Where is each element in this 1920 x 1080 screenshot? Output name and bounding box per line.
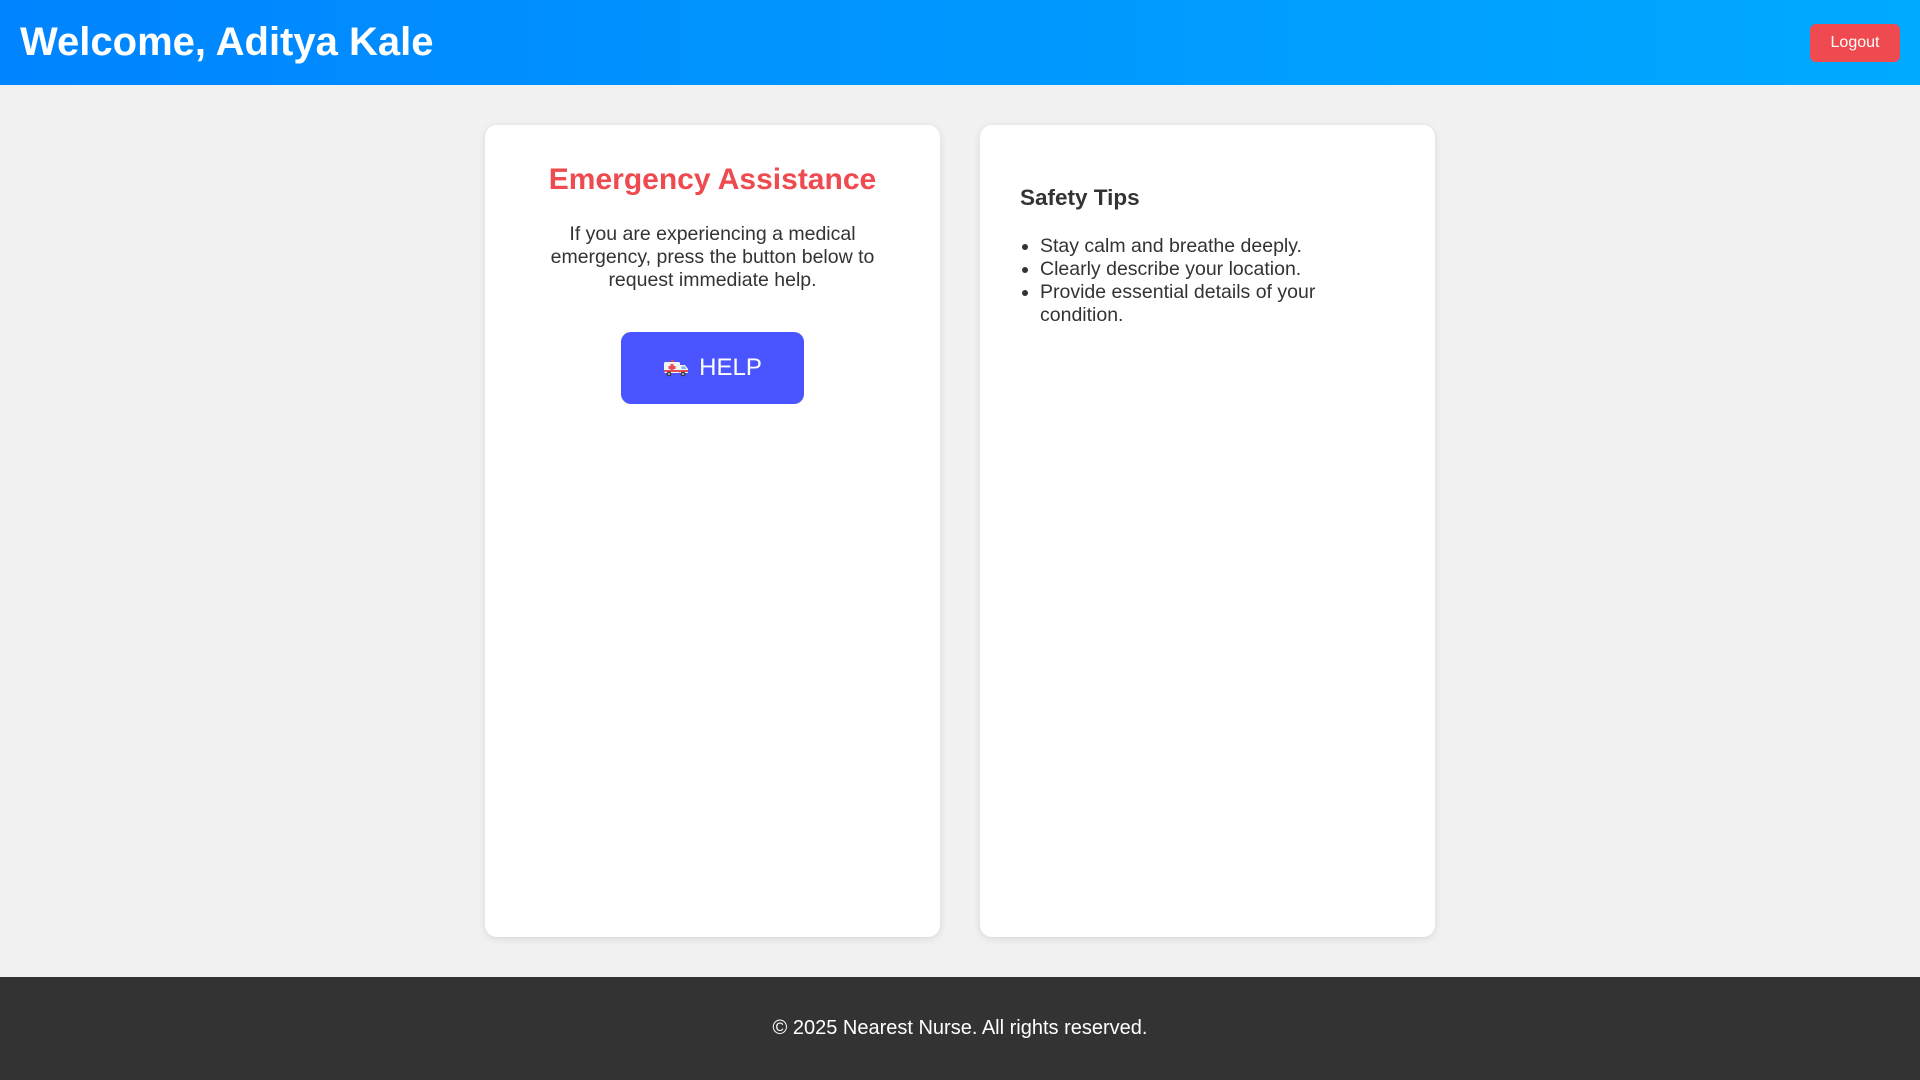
footer-copyright: © 2025 Nearest Nurse. All rights reserve… xyxy=(772,1017,1148,1039)
safety-tips-title: Safety Tips xyxy=(1020,185,1140,210)
safety-tip-item: Clearly describe your location. xyxy=(1040,258,1395,281)
safety-tips-card: Safety Tips Stay calm and breathe deeply… xyxy=(980,125,1435,937)
safety-tips-list: Stay calm and breathe deeply. Clearly de… xyxy=(1020,235,1395,327)
safety-tip-item: Provide essential details of your condit… xyxy=(1040,281,1395,327)
logout-button[interactable]: Logout xyxy=(1810,23,1900,62)
emergency-card: Emergency Assistance If you are experien… xyxy=(485,125,940,937)
emergency-description: If you are experiencing a medical emerge… xyxy=(550,223,875,291)
page-footer: © 2025 Nearest Nurse. All rights reserve… xyxy=(0,977,1920,1080)
ambulance-icon xyxy=(664,360,689,377)
welcome-heading: Welcome, Aditya Kale xyxy=(20,20,434,64)
dashboard-main: Emergency Assistance If you are experien… xyxy=(0,85,1920,977)
help-button-label: HELP xyxy=(699,354,762,381)
safety-tip-item: Stay calm and breathe deeply. xyxy=(1040,235,1395,258)
emergency-title: Emergency Assistance xyxy=(548,163,877,196)
top-header: Welcome, Aditya Kale Logout xyxy=(0,0,1920,85)
help-button[interactable]: HELP xyxy=(621,332,804,404)
